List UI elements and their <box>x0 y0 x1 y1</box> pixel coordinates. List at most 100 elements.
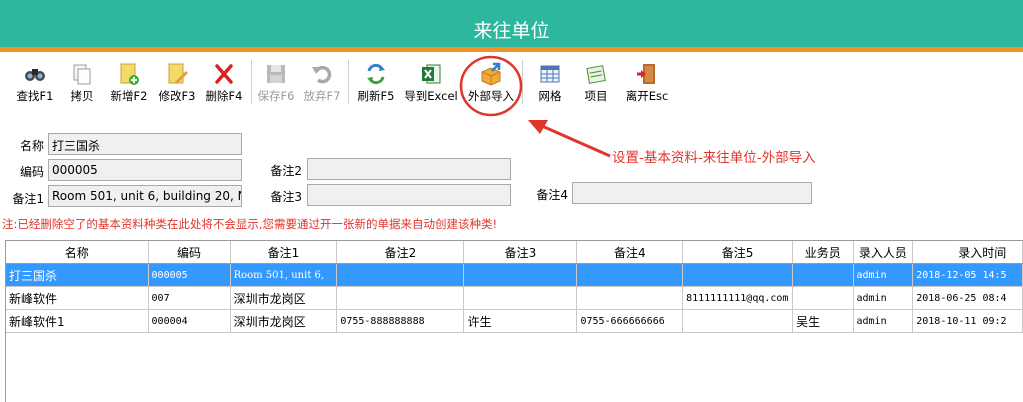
warning-note: 注:已经删除空了的基本资料种类在此处将不会显示,您需要通过开一张新的单据来自动创… <box>2 217 498 231</box>
table-cell: 000004 <box>148 309 231 333</box>
table-row[interactable]: 打三国杀 000005 Room 501, unit 6, admin 2018… <box>6 263 1023 287</box>
column-header[interactable]: 备注2 <box>336 241 465 264</box>
delete-button[interactable]: 删除F4 <box>201 58 247 108</box>
table-cell <box>576 263 684 287</box>
discard-button[interactable]: 放弃F7 <box>300 58 344 108</box>
column-header[interactable]: 业务员 <box>792 241 854 264</box>
column-header[interactable]: 录入时间 <box>912 241 1023 264</box>
undo-icon <box>312 65 332 84</box>
project-button-label: 项目 <box>584 89 608 103</box>
table-cell <box>336 286 465 310</box>
table-cell: 2018-12-05 14:5 <box>912 263 1023 287</box>
edit-icon <box>168 63 188 84</box>
column-header[interactable]: 录入人员 <box>853 241 914 264</box>
new-button[interactable]: 新增F2 <box>106 58 152 108</box>
grid-button-label: 网格 <box>538 89 562 103</box>
table-cell: 0755-666666666 <box>576 309 684 333</box>
refresh-button[interactable]: 刷新F5 <box>352 58 400 108</box>
table-cell: Room 501, unit 6, <box>230 263 338 287</box>
table-row[interactable]: 新峰软件1 000004 深圳市龙岗区 0755-888888888 许生 07… <box>6 309 1023 333</box>
highlight-circle <box>459 55 523 117</box>
table-cell: 000005 <box>148 263 231 287</box>
export-excel-button[interactable]: 导到Excel <box>402 58 460 108</box>
exit-button[interactable]: 离开Esc <box>620 58 674 108</box>
toolbar-separator <box>348 60 349 104</box>
grid-button[interactable]: 网格 <box>528 58 572 108</box>
table-cell: 2018-10-11 09:2 <box>912 309 1023 333</box>
column-header[interactable]: 备注4 <box>576 241 684 264</box>
table-cell: 打三国杀 <box>6 263 149 287</box>
table-cell <box>792 286 854 310</box>
toolbar-separator <box>251 60 252 104</box>
note3-field[interactable] <box>307 184 511 206</box>
excel-icon <box>422 64 441 84</box>
delete-x-icon <box>215 64 233 84</box>
table-cell <box>682 263 794 287</box>
window-title: 来往单位 <box>473 20 550 42</box>
copy-button[interactable]: 拷贝 <box>62 58 102 108</box>
table-cell: 深圳市龙岗区 <box>230 309 338 333</box>
table-cell: 新峰软件1 <box>6 309 149 333</box>
export-excel-button-label: 导到Excel <box>404 89 458 103</box>
column-header[interactable]: 备注5 <box>682 241 794 264</box>
code-field[interactable]: 000005 <box>48 159 242 181</box>
table-cell: admin <box>853 286 914 310</box>
project-icon <box>586 65 606 84</box>
column-header[interactable]: 备注1 <box>230 241 338 264</box>
binoculars-icon <box>25 69 45 81</box>
table-cell: 新峰软件 <box>6 286 149 310</box>
table-cell <box>463 286 578 310</box>
exit-door-icon <box>637 64 655 84</box>
exit-button-label: 离开Esc <box>625 89 669 103</box>
table-row[interactable]: 新峰软件 007 深圳市龙岗区 8111111111@qq.com admin … <box>6 286 1023 310</box>
note4-label: 备注4 <box>536 188 568 202</box>
edit-button[interactable]: 修改F3 <box>154 58 200 108</box>
note3-label: 备注3 <box>270 190 302 204</box>
save-button-label: 保存F6 <box>257 89 295 103</box>
code-label: 编码 <box>19 165 44 179</box>
column-header[interactable]: 备注3 <box>463 241 578 264</box>
note2-field[interactable] <box>307 158 511 180</box>
note1-label: 备注1 <box>12 192 44 206</box>
table-cell: 吴生 <box>792 309 854 333</box>
table-cell: admin <box>853 309 914 333</box>
note4-field[interactable] <box>572 182 812 204</box>
table-cell <box>336 263 465 287</box>
table-cell <box>463 263 578 287</box>
annotation-arrow <box>528 120 611 158</box>
save-icon <box>267 65 285 83</box>
table-cell: 007 <box>148 286 231 310</box>
refresh-icon <box>367 63 385 85</box>
table-cell <box>792 263 854 287</box>
name-label: 名称 <box>19 139 44 153</box>
table-header-row: 名称 编码 备注1 备注2 备注3 备注4 备注5 业务员 录入人员 录入时间 <box>6 241 1023 264</box>
name-field[interactable]: 打三国杀 <box>48 133 242 155</box>
annotation-text: 设置-基本资料-来往单位-外部导入 <box>612 150 816 166</box>
title-accent-stripe <box>0 47 1023 52</box>
window-title-bar: 来往单位 <box>0 0 1023 52</box>
table-cell: 2018-06-25 08:4 <box>912 286 1023 310</box>
edit-button-label: 修改F3 <box>158 89 196 103</box>
find-button-label: 查找F1 <box>16 89 54 103</box>
table-cell: 0755-888888888 <box>336 309 465 333</box>
column-header[interactable]: 编码 <box>148 241 231 264</box>
delete-button-label: 删除F4 <box>205 89 243 103</box>
refresh-button-label: 刷新F5 <box>357 89 395 103</box>
data-table: 名称 编码 备注1 备注2 备注3 备注4 备注5 业务员 录入人员 录入时间 … <box>6 241 1023 333</box>
new-document-icon <box>120 63 139 85</box>
note2-label: 备注2 <box>270 164 302 178</box>
copy-icon <box>73 64 91 85</box>
table-cell <box>682 309 794 333</box>
table-cell: 许生 <box>463 309 578 333</box>
find-button[interactable]: 查找F1 <box>8 58 62 108</box>
copy-button-label: 拷贝 <box>70 89 94 103</box>
table-cell: admin <box>853 263 914 287</box>
note1-field[interactable]: Room 501, unit 6, building 20, N <box>48 185 242 207</box>
column-header[interactable]: 名称 <box>6 241 149 264</box>
table-cell: 深圳市龙岗区 <box>230 286 338 310</box>
save-button[interactable]: 保存F6 <box>254 58 298 108</box>
table-cell <box>576 286 684 310</box>
table-cell: 8111111111@qq.com <box>682 286 794 310</box>
grid-icon <box>540 65 560 83</box>
project-button[interactable]: 项目 <box>574 58 618 108</box>
